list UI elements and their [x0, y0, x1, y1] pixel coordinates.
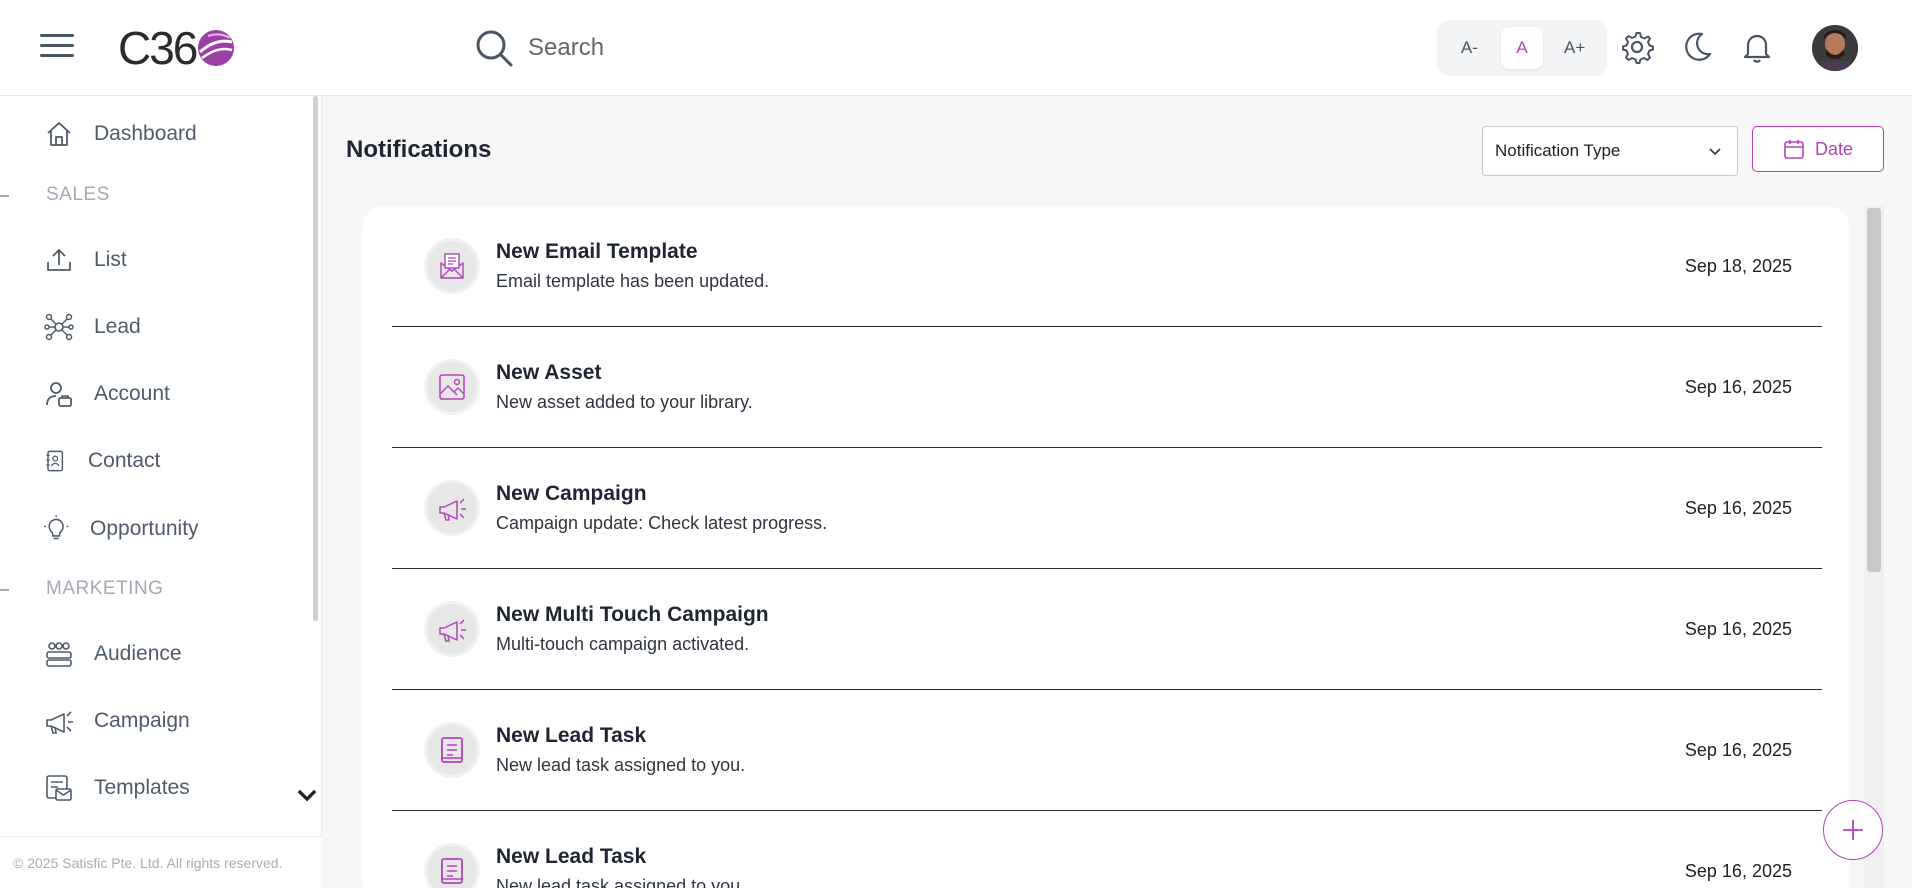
notification-desc: New asset added to your library. [496, 392, 753, 412]
notification-desc: Email template has been updated. [496, 271, 770, 291]
network-icon [44, 313, 74, 341]
notification-title: New Email Template [496, 240, 698, 263]
sidebar-item-opportunity[interactable]: Opportunity [44, 509, 199, 549]
sidebar-item-label: Opportunity [90, 517, 199, 540]
sidebar-item-label: List [94, 248, 127, 271]
chevron-down-icon [1709, 148, 1721, 156]
sidebar-item-audience[interactable]: Audience [44, 634, 182, 674]
notification-list: New Email Template Email template has be… [362, 206, 1850, 888]
sidebar-item-templates[interactable]: Templates [44, 768, 317, 808]
image-icon [424, 359, 480, 415]
notification-title: New Lead Task [496, 724, 647, 747]
notification-date: Sep 16, 2025 [1684, 498, 1792, 518]
menu-icon[interactable] [40, 34, 74, 60]
sidebar-item-label: Dashboard [94, 122, 197, 145]
bell-icon[interactable] [1740, 30, 1774, 64]
gear-icon[interactable] [1620, 30, 1654, 64]
sidebar-item-label: Campaign [94, 709, 190, 732]
main-scrollbar-thumb[interactable] [1867, 208, 1881, 572]
logo-globe-icon [198, 30, 235, 66]
sidebar-item-contact[interactable]: Contact [44, 441, 160, 481]
sidebar-item-campaign[interactable]: Campaign [44, 701, 190, 741]
notification-title: New Lead Task [496, 845, 647, 868]
sidebar-item-account[interactable]: Account [44, 374, 170, 414]
sidebar-scrollbar[interactable] [313, 96, 318, 621]
group-icon [46, 642, 72, 667]
sidebar-item-list[interactable]: List [44, 240, 127, 280]
sidebar-item-label: Templates [94, 776, 190, 799]
search-bar[interactable] [474, 26, 888, 70]
notification-date: Sep 16, 2025 [1684, 619, 1792, 639]
notification-title: New Multi Touch Campaign [496, 603, 769, 626]
notification-title: New Asset [496, 361, 602, 384]
app-logo[interactable]: C36 [118, 20, 236, 76]
user-briefcase-icon [46, 382, 72, 407]
notification-item[interactable]: New Email Template Email template has be… [392, 206, 1822, 327]
notification-item[interactable]: New Lead Task New lead task assigned to … [392, 690, 1822, 811]
dark-mode-moon-icon[interactable] [1680, 30, 1714, 64]
megaphone-icon [424, 480, 480, 536]
section-dash [0, 589, 9, 591]
megaphone-icon [424, 601, 480, 657]
add-button[interactable] [1823, 800, 1883, 860]
top-header: C36 A- A A+ [0, 0, 1912, 96]
main-content: Notifications Notification Type Date New… [322, 96, 1912, 888]
email-template-icon [424, 238, 480, 294]
select-value: Notification Type [1495, 141, 1621, 160]
notification-desc: New lead task assigned to you. [496, 876, 746, 888]
search-input[interactable] [528, 34, 888, 62]
logo-text: C36 [118, 22, 198, 74]
sidebar: Dashboard SALES List Lead Account Contac… [0, 96, 322, 888]
sidebar-item-label: Lead [94, 315, 141, 338]
notification-date: Sep 16, 2025 [1684, 861, 1792, 881]
sidebar-item-lead[interactable]: Lead [44, 307, 141, 347]
notification-desc: Multi-touch campaign activated. [496, 634, 750, 654]
font-default-button[interactable]: A [1500, 27, 1543, 69]
notification-item[interactable]: New Asset New asset added to your librar… [392, 327, 1822, 448]
notification-date: Sep 16, 2025 [1684, 740, 1792, 760]
date-filter-button[interactable]: Date [1752, 126, 1884, 172]
font-decrease-button[interactable]: A- [1448, 27, 1490, 69]
search-icon [476, 30, 513, 67]
sidebar-item-label: Audience [94, 642, 182, 665]
notification-item[interactable]: New Lead Task New lead task assigned to … [392, 811, 1822, 888]
sidebar-item-label: Account [94, 382, 170, 405]
notification-desc: New lead task assigned to you. [496, 755, 746, 775]
home-icon [47, 122, 71, 146]
contact-card-icon [46, 450, 64, 472]
copyright-footer: © 2025 Satisfic Pte. Ltd. All rights res… [0, 836, 322, 888]
date-filter-label: Date [1814, 138, 1854, 159]
font-size-switcher: A- A A+ [1437, 20, 1607, 76]
notification-type-select[interactable]: Notification Type [1482, 126, 1738, 176]
avatar-photo-icon [1812, 25, 1858, 71]
sidebar-item-dashboard[interactable]: Dashboard [44, 114, 197, 154]
task-book-icon [424, 722, 480, 778]
notification-item[interactable]: New Campaign Campaign update: Check late… [392, 448, 1822, 569]
megaphone-icon [46, 711, 73, 734]
plus-icon [1843, 820, 1863, 840]
section-marketing: MARKETING [46, 578, 164, 599]
notification-item[interactable]: New Multi Touch Campaign Multi-touch cam… [392, 569, 1822, 690]
upload-icon [47, 249, 71, 271]
notification-title: New Campaign [496, 482, 647, 505]
section-sales: SALES [46, 184, 110, 205]
notification-date: Sep 18, 2025 [1684, 256, 1792, 276]
section-dash [0, 195, 9, 197]
template-icon [46, 775, 72, 801]
calendar-icon [1784, 140, 1804, 159]
sidebar-item-label: Contact [88, 449, 161, 472]
task-book-icon [424, 843, 480, 888]
lightbulb-icon [44, 515, 69, 540]
notification-desc: Campaign update: Check latest progress. [496, 513, 828, 533]
font-increase-button[interactable]: A+ [1554, 27, 1596, 69]
notification-date: Sep 16, 2025 [1684, 377, 1792, 397]
chevron-down-icon[interactable] [292, 780, 322, 810]
page-title: Notifications [346, 136, 492, 163]
avatar[interactable] [1812, 25, 1858, 71]
